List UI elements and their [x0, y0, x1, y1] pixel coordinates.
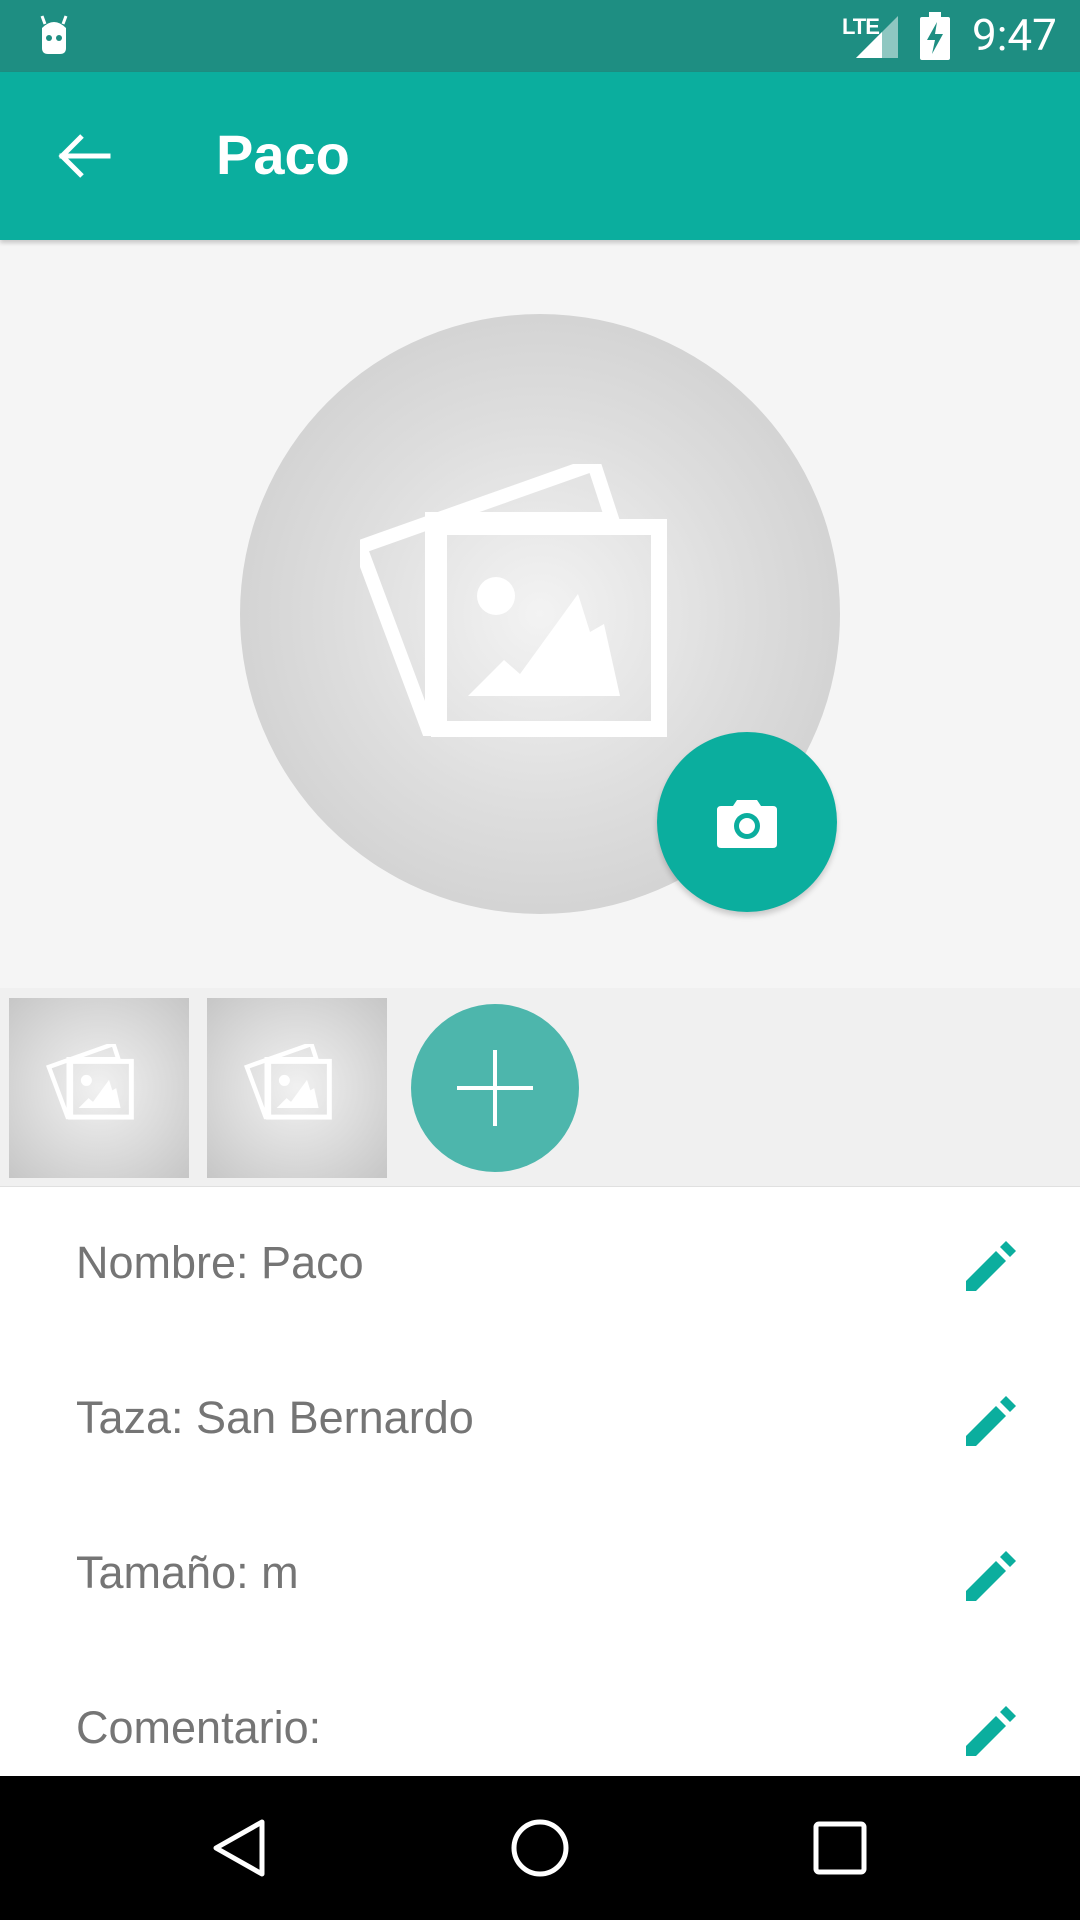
battery-charging-icon: [920, 12, 950, 60]
status-bar: LTE 9:47: [0, 0, 1080, 72]
detail-row-nombre: Nombre: Paco: [0, 1187, 1080, 1342]
clock: 9:47: [972, 9, 1057, 61]
gallery-thumbnail[interactable]: [207, 998, 387, 1178]
pet-details: Nombre: Paco Taza: San Bernardo Tamaño: …: [0, 1187, 1080, 1776]
add-photo-button[interactable]: [411, 1004, 579, 1172]
recents-square-icon[interactable]: [808, 1816, 872, 1880]
plus-icon: [457, 1050, 533, 1126]
pencil-icon[interactable]: [960, 1392, 1020, 1452]
image-placeholder-icon: [46, 1044, 134, 1120]
detail-label: Taza: San Bernardo: [76, 1392, 474, 1443]
profile-photo-section: [0, 240, 1080, 988]
navigation-bar: [0, 1776, 1080, 1920]
pencil-icon[interactable]: [960, 1237, 1020, 1297]
detail-row-comentario: Comentario:: [0, 1652, 1080, 1776]
camera-button[interactable]: [657, 732, 837, 912]
android-icon: [40, 15, 68, 54]
detail-row-tamano: Tamaño: m: [0, 1497, 1080, 1652]
page-title: Paco: [216, 123, 350, 186]
camera-icon: [717, 800, 777, 848]
signal-icon: [856, 16, 898, 58]
detail-label: Nombre: Paco: [76, 1237, 364, 1288]
detail-label: Comentario:: [76, 1702, 322, 1753]
home-circle-icon[interactable]: [508, 1816, 572, 1880]
detail-row-taza: Taza: San Bernardo: [0, 1342, 1080, 1497]
image-placeholder-icon: [360, 464, 667, 737]
pencil-icon[interactable]: [960, 1702, 1020, 1762]
detail-label: Tamaño: m: [76, 1547, 299, 1598]
back-triangle-icon[interactable]: [208, 1816, 272, 1880]
app-bar: Paco: [0, 72, 1080, 240]
pencil-icon[interactable]: [960, 1547, 1020, 1607]
photo-gallery: [0, 988, 1080, 1187]
gallery-thumbnail[interactable]: [9, 998, 189, 1178]
image-placeholder-icon: [244, 1044, 332, 1120]
arrow-back-icon[interactable]: [52, 124, 116, 188]
